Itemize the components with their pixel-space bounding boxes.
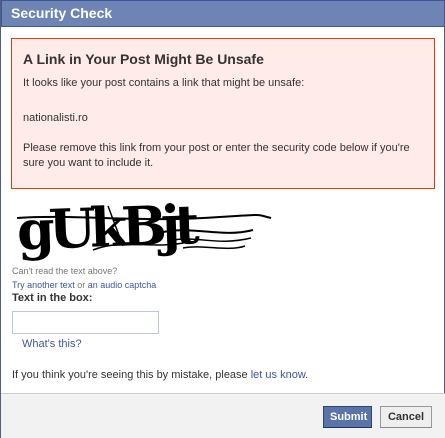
mistake-suffix: . (305, 369, 309, 381)
warning-message: It looks like your post contains a link … (23, 77, 305, 89)
warning-box: A Link in Your Post Might Be Unsafe It l… (11, 38, 435, 189)
unsafe-url: nationalisti.ro (23, 112, 88, 124)
mistake-message: If you think you're seeing this by mista… (12, 369, 308, 381)
captcha-input-label: Text in the box: (12, 292, 93, 304)
or-separator: or (74, 280, 88, 290)
captcha-image: gUkBjt (16, 192, 272, 262)
whats-this-link[interactable]: What's this? (22, 338, 82, 350)
captcha-text: gUkBjt (16, 192, 201, 262)
dialog-footer: Submit Cancel (1, 393, 445, 438)
mistake-prefix: If you think you're seeing this by mista… (12, 369, 251, 381)
let-us-know-link[interactable]: let us know (251, 369, 305, 381)
warning-title: A Link in Your Post Might Be Unsafe (23, 51, 264, 67)
submit-button[interactable]: Submit (323, 406, 372, 428)
security-check-dialog: Security Check A Link in Your Post Might… (0, 0, 445, 438)
dialog-title: Security Check (1, 0, 445, 27)
captcha-input[interactable] (12, 311, 159, 334)
warning-instructions: Please remove this link from your post o… (23, 142, 410, 169)
audio-captcha-link[interactable]: an audio captcha (88, 280, 157, 290)
cant-read-text: Can't read the text above? (12, 266, 118, 276)
captcha-alternatives: Try another text or an audio captcha (12, 280, 156, 290)
try-another-text-link[interactable]: Try another text (12, 280, 75, 290)
cancel-button[interactable]: Cancel (380, 406, 432, 428)
